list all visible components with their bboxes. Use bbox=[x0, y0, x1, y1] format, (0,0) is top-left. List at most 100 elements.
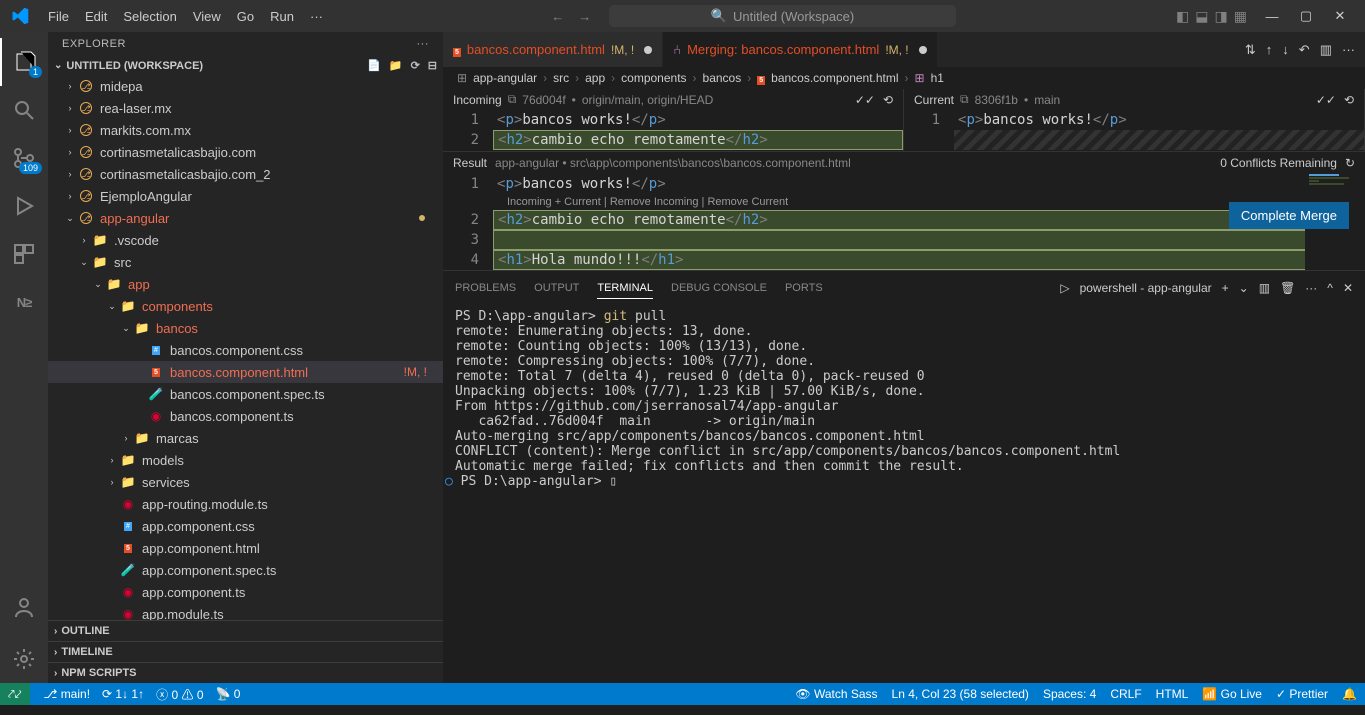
close-panel-icon[interactable]: ✕ bbox=[1343, 281, 1353, 295]
tree-item[interactable]: ⌄📁app bbox=[48, 273, 443, 295]
section-outline[interactable]: ›OUTLINE bbox=[48, 620, 443, 641]
layout-bottom-icon[interactable]: ⬓ bbox=[1195, 8, 1208, 25]
terminal-profile-icon[interactable]: ▷ bbox=[1060, 281, 1069, 295]
code-line[interactable]: 1<p>bancos works!</p> bbox=[904, 110, 1364, 130]
nav-back-icon[interactable]: ← bbox=[551, 9, 564, 24]
accept-current-icon[interactable]: ✓✓ bbox=[1316, 93, 1336, 107]
revert-current-icon[interactable]: ⟲ bbox=[1344, 93, 1354, 107]
tree-item[interactable]: ⌄📁bancos bbox=[48, 317, 443, 339]
cursor-position[interactable]: Ln 4, Col 23 (58 selected) bbox=[892, 687, 1029, 701]
watch-sass[interactable]: 👁 Watch Sass bbox=[795, 687, 877, 701]
activity-explorer[interactable]: 1 bbox=[0, 38, 48, 86]
diff-icon[interactable]: ⇅ bbox=[1245, 42, 1256, 58]
down-icon[interactable]: ↓ bbox=[1282, 42, 1289, 57]
code-line[interactable]: 2<h2>cambio echo remotamente</h2> bbox=[443, 210, 1365, 230]
tree-item[interactable]: ⌄📁src bbox=[48, 251, 443, 273]
activity-extensions[interactable] bbox=[0, 230, 48, 278]
more-icon[interactable]: ··· bbox=[1342, 42, 1355, 57]
section-timeline[interactable]: ›TIMELINE bbox=[48, 641, 443, 662]
breadcrumb-item[interactable]: h1 bbox=[931, 71, 944, 85]
maximize-button[interactable]: ▢ bbox=[1289, 1, 1323, 31]
tree-item[interactable]: ›⎇EjemploAngular bbox=[48, 185, 443, 207]
command-center[interactable]: 🔍 Untitled (Workspace) bbox=[609, 5, 955, 27]
menu-view[interactable]: View bbox=[185, 9, 229, 24]
tree-item[interactable]: ›⎇rea-laser.mx bbox=[48, 97, 443, 119]
sync-status[interactable]: ⟳ 1↓ 1↑ bbox=[102, 687, 144, 701]
tree-item[interactable]: ›📁.vscode bbox=[48, 229, 443, 251]
ports-status[interactable]: 📡 0 bbox=[216, 687, 241, 701]
panel-more-icon[interactable]: ··· bbox=[1305, 281, 1317, 295]
collapse-all-icon[interactable]: ⊟ bbox=[428, 59, 437, 72]
tree-item[interactable]: 5app.component.html bbox=[48, 537, 443, 559]
tree-item[interactable]: ◉app-routing.module.ts bbox=[48, 493, 443, 515]
nav-forward-icon[interactable]: → bbox=[578, 9, 591, 24]
problems-status[interactable]: ⓧ 0 ⚠ 0 bbox=[156, 686, 203, 703]
tree-item[interactable]: 5bancos.component.html!M, ! bbox=[48, 361, 443, 383]
refresh-icon[interactable]: ⟳ bbox=[411, 59, 420, 72]
minimize-button[interactable]: — bbox=[1255, 1, 1289, 31]
tree-item[interactable]: ›⎇midepa bbox=[48, 75, 443, 97]
branch-status[interactable]: ⎇ main! bbox=[44, 687, 91, 701]
language-mode[interactable]: HTML bbox=[1156, 687, 1189, 701]
terminal-label[interactable]: powershell - app-angular bbox=[1080, 281, 1212, 295]
new-file-icon[interactable]: 📄 bbox=[367, 59, 381, 72]
breadcrumb-item[interactable]: bancos bbox=[703, 71, 742, 85]
section-npm scripts[interactable]: ›NPM SCRIPTS bbox=[48, 662, 443, 683]
notifications-icon[interactable]: 🔔 bbox=[1342, 687, 1357, 701]
code-line[interactable]: 4<h1>Hola mundo!!!</h1> bbox=[443, 250, 1365, 270]
tree-item[interactable]: ›📁models bbox=[48, 449, 443, 471]
menu-run[interactable]: Run bbox=[262, 9, 302, 24]
sidebar-more-icon[interactable]: ··· bbox=[417, 38, 430, 50]
tree-item[interactable]: ⌄⎇app-angular bbox=[48, 207, 443, 229]
layout-right-icon[interactable]: ◨ bbox=[1215, 8, 1228, 25]
revert-icon[interactable]: ↶ bbox=[1299, 42, 1310, 58]
tree-item[interactable]: ◉app.component.ts bbox=[48, 581, 443, 603]
tree-item[interactable]: ◉app.module.ts bbox=[48, 603, 443, 620]
tree-item[interactable]: ⌄📁components bbox=[48, 295, 443, 317]
panel-tab-ports[interactable]: PORTS bbox=[785, 278, 823, 298]
breadcrumb-item[interactable]: src bbox=[553, 71, 569, 85]
panel-tab-problems[interactable]: PROBLEMS bbox=[455, 278, 516, 298]
split-editor-icon[interactable]: ▥ bbox=[1320, 42, 1332, 58]
activity-nx[interactable]: N≥ bbox=[0, 278, 48, 326]
menu-···[interactable]: ··· bbox=[302, 9, 331, 24]
breadcrumb-item[interactable]: bancos.component.html bbox=[771, 71, 898, 85]
tree-item[interactable]: 🧪bancos.component.spec.ts bbox=[48, 383, 443, 405]
menu-edit[interactable]: Edit bbox=[77, 9, 115, 24]
tree-item[interactable]: ›📁marcas bbox=[48, 427, 443, 449]
menu-go[interactable]: Go bbox=[229, 9, 262, 24]
menu-file[interactable]: File bbox=[40, 9, 77, 24]
code-line[interactable] bbox=[904, 130, 1364, 150]
activity-search[interactable] bbox=[0, 86, 48, 134]
tree-item[interactable]: ›⎇cortinasmetalicasbajio.com bbox=[48, 141, 443, 163]
tree-item[interactable]: ›⎇markits.com.mx bbox=[48, 119, 443, 141]
terminal-dropdown-icon[interactable]: ⌄ bbox=[1239, 281, 1249, 295]
prettier-status[interactable]: ✓ Prettier bbox=[1276, 687, 1328, 701]
tree-item[interactable]: ›📁services bbox=[48, 471, 443, 493]
remote-indicator[interactable]: ⤤⤦ bbox=[0, 683, 30, 705]
close-window-button[interactable]: ✕ bbox=[1323, 1, 1357, 31]
indentation[interactable]: Spaces: 4 bbox=[1043, 687, 1096, 701]
layout-customize-icon[interactable]: ▦ bbox=[1234, 8, 1247, 25]
breadcrumb-item[interactable]: app-angular bbox=[473, 71, 537, 85]
codelens[interactable]: Incoming + Current | Remove Incoming | R… bbox=[443, 194, 1365, 210]
workspace-section-header[interactable]: ⌄ UNTITLED (WORKSPACE) 📄 📁 ⟳ ⊟ bbox=[48, 56, 443, 75]
accept-icon[interactable]: ✓✓ bbox=[855, 93, 875, 107]
tree-item[interactable]: #app.component.css bbox=[48, 515, 443, 537]
activity-source-control[interactable]: 109 bbox=[0, 134, 48, 182]
breadcrumb-item[interactable]: components bbox=[621, 71, 686, 85]
activity-settings[interactable] bbox=[0, 635, 48, 683]
editor-tab[interactable]: 5bancos.component.html!M, ! bbox=[443, 32, 663, 67]
panel-tab-terminal[interactable]: TERMINAL bbox=[597, 278, 653, 299]
new-terminal-icon[interactable]: + bbox=[1222, 281, 1229, 295]
kill-terminal-icon[interactable]: 🗑 bbox=[1280, 281, 1295, 295]
layout-left-icon[interactable]: ◧ bbox=[1176, 8, 1189, 25]
reset-icon[interactable]: ↻ bbox=[1345, 156, 1355, 170]
new-folder-icon[interactable]: 📁 bbox=[389, 59, 403, 72]
split-terminal-icon[interactable]: ▥ bbox=[1259, 281, 1270, 295]
breadcrumb-item[interactable]: app bbox=[585, 71, 605, 85]
code-line[interactable]: 3 bbox=[443, 230, 1365, 250]
panel-tab-debug-console[interactable]: DEBUG CONSOLE bbox=[671, 278, 767, 298]
breadcrumb[interactable]: ⊞app-angular›src›app›components›bancos›5… bbox=[443, 67, 1365, 89]
terminal-output[interactable]: PS D:\app-angular> git pullremote: Enume… bbox=[443, 305, 1365, 540]
